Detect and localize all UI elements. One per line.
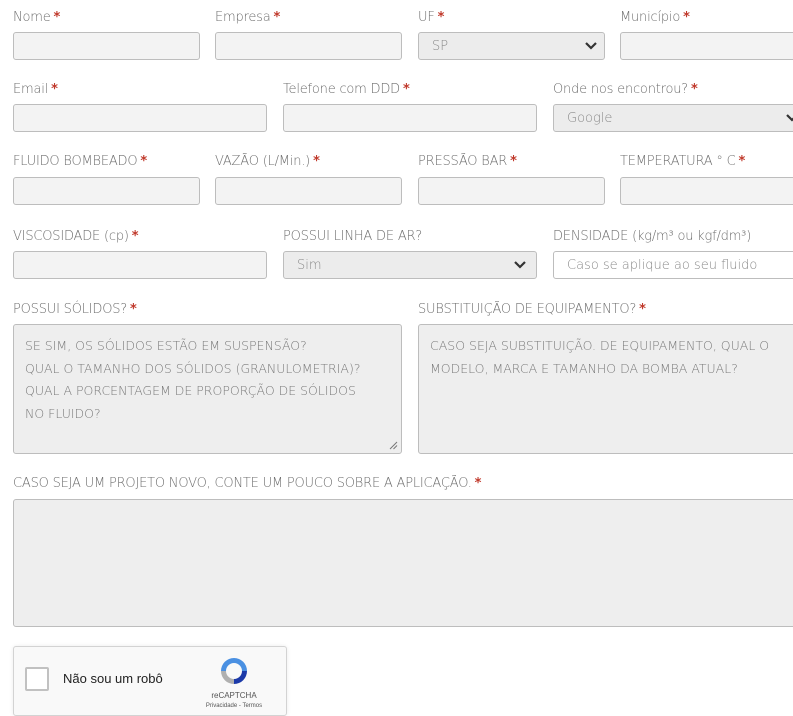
onde-select[interactable]: Google xyxy=(553,104,793,132)
viscosidade-label: VISCOSIDADE (cp) * xyxy=(13,229,139,244)
email-input[interactable] xyxy=(13,104,267,132)
required-marker: * xyxy=(131,229,139,244)
viscosidade-input[interactable] xyxy=(13,251,267,279)
projeto-label: CASO SEJA UM PROJETO NOVO, CONTE UM POUC… xyxy=(13,476,482,491)
substituicao-placeholder: CASO SEJA SUBSTITUIÇÃO. DE EQUIPAMENTO, … xyxy=(430,338,770,376)
required-marker: * xyxy=(53,10,61,25)
required-marker: * xyxy=(51,82,58,97)
onde-select-value: Google xyxy=(567,111,613,126)
recaptcha-label: Não sou um robô xyxy=(63,671,163,686)
municipio-input[interactable] xyxy=(620,32,793,60)
chevron-down-icon xyxy=(585,42,597,50)
substituicao-label: SUBSTITUIÇÃO DE EQUIPAMENTO? * xyxy=(418,302,646,317)
required-marker: * xyxy=(474,476,482,491)
uf-select[interactable]: SP xyxy=(418,32,605,60)
densidade-input[interactable]: Caso se aplique ao seu fluido xyxy=(553,251,793,279)
telefone-label: Telefone com DDD * xyxy=(283,82,410,97)
solidos-textarea[interactable]: SE SIM, OS SÓLIDOS ESTÃO EM SUSPENSÃO? Q… xyxy=(13,324,402,454)
required-marker: * xyxy=(273,10,281,25)
required-marker: * xyxy=(130,302,137,317)
linha-ar-label: POSSUI LINHA DE AR? xyxy=(283,229,423,244)
pressao-label: PRESSÃO BAR * xyxy=(418,154,517,169)
required-marker: * xyxy=(639,302,646,317)
uf-label: UF * xyxy=(418,10,445,25)
required-marker: * xyxy=(140,154,148,169)
vazao-input[interactable] xyxy=(215,177,402,205)
municipio-label: Município * xyxy=(620,10,690,25)
temperatura-label: TEMPERATURA ° C * xyxy=(620,154,746,169)
fluido-input[interactable] xyxy=(13,177,200,205)
required-marker: * xyxy=(738,154,746,169)
chevron-down-icon xyxy=(786,114,793,122)
linha-ar-select[interactable]: Sim xyxy=(283,251,537,279)
substituicao-textarea[interactable]: CASO SEJA SUBSTITUIÇÃO. DE EQUIPAMENTO, … xyxy=(418,324,793,454)
linha-ar-select-value: Sim xyxy=(297,258,322,273)
recaptcha-widget: Não sou um robô reCAPTCHA Privacidade - … xyxy=(13,646,287,716)
required-marker: * xyxy=(437,10,445,25)
solidos-placeholder: SE SIM, OS SÓLIDOS ESTÃO EM SUSPENSÃO? Q… xyxy=(25,338,361,421)
onde-label: Onde nos encontrou? * xyxy=(553,82,698,97)
email-label: Email * xyxy=(13,82,58,97)
nome-input[interactable] xyxy=(13,32,200,60)
required-marker: * xyxy=(402,82,410,97)
chevron-down-icon xyxy=(514,261,526,269)
fluido-label: FLUIDO BOMBEADO * xyxy=(13,154,148,169)
resize-handle-icon[interactable] xyxy=(389,441,398,450)
projeto-textarea[interactable] xyxy=(13,499,793,627)
empresa-label: Empresa * xyxy=(215,10,281,25)
uf-select-value: SP xyxy=(432,39,449,54)
required-marker: * xyxy=(683,10,690,25)
solidos-label: POSSUI SÓLIDOS? * xyxy=(13,302,137,317)
densidade-placeholder: Caso se aplique ao seu fluido xyxy=(567,258,758,273)
recaptcha-logo-icon xyxy=(221,658,247,684)
vazao-label: VAZÃO (L/Min.) * xyxy=(215,154,320,169)
recaptcha-checkbox[interactable] xyxy=(25,667,49,691)
required-marker: * xyxy=(313,154,320,169)
nome-label: Nome * xyxy=(13,10,61,25)
required-marker: * xyxy=(690,82,698,97)
densidade-label: DENSIDADE (kg/m³ ou kgf/dm³) xyxy=(553,229,752,244)
pressao-input[interactable] xyxy=(418,177,605,205)
required-marker: * xyxy=(510,154,517,169)
telefone-input[interactable] xyxy=(283,104,537,132)
empresa-input[interactable] xyxy=(215,32,402,60)
recaptcha-links[interactable]: Privacidade - Termos xyxy=(194,703,274,709)
temperatura-input[interactable] xyxy=(620,177,793,205)
recaptcha-brand: reCAPTCHA xyxy=(211,691,257,700)
